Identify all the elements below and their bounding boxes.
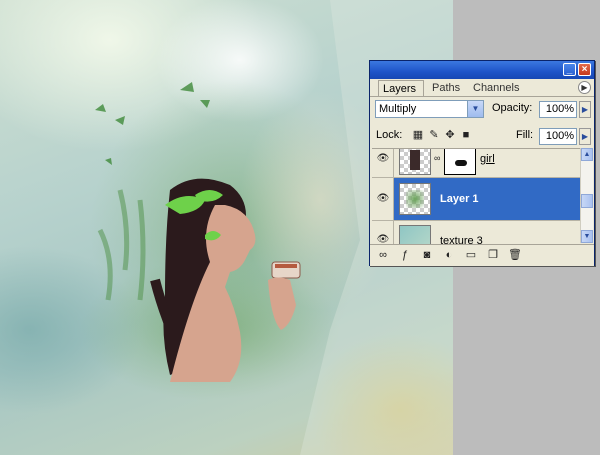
- add-mask-icon[interactable]: ◙: [420, 248, 434, 262]
- layer-name-girl: girl: [480, 153, 495, 165]
- layer-name-texture-3: texture 3: [440, 235, 483, 244]
- layer-thumbnail: [399, 149, 431, 175]
- eye-cell: 👁: [372, 149, 394, 177]
- eye-icon[interactable]: 👁: [374, 233, 392, 244]
- palette-titlebar[interactable]: _ ×: [370, 61, 594, 79]
- tab-channels[interactable]: Channels: [469, 80, 525, 96]
- mask-shape: [455, 160, 467, 166]
- lock-all-icon[interactable]: ■: [460, 129, 472, 141]
- eye-cell: 👁: [372, 221, 394, 244]
- link-icon[interactable]: ∞: [434, 153, 440, 163]
- lock-brush-icon[interactable]: ✎: [428, 129, 440, 141]
- fill-field[interactable]: 100%: [539, 128, 577, 145]
- palette-bottom-toolbar: ∞ ƒ ◙ ◐ ▭ ❐ 🗑: [370, 244, 594, 266]
- palette-menu-icon[interactable]: ▶: [578, 81, 591, 94]
- fill-slider-button[interactable]: ▶: [579, 128, 591, 145]
- trash-icon[interactable]: 🗑: [508, 248, 522, 262]
- girl-thumbnail-figure: [410, 150, 420, 170]
- palette-tabs: Layers Paths Channels: [370, 79, 594, 97]
- layer-thumbnail: [399, 225, 431, 244]
- layer-row-texture-3[interactable]: 👁 texture 3: [372, 221, 580, 244]
- layer-thumbnail: [399, 183, 431, 215]
- layer-name-layer-1: Layer 1: [440, 193, 479, 205]
- tab-layers[interactable]: Layers: [378, 80, 424, 96]
- lock-move-icon[interactable]: ✥: [444, 129, 456, 141]
- scroll-thumb[interactable]: [581, 194, 593, 208]
- layer-style-icon[interactable]: ƒ: [398, 248, 412, 262]
- opacity-label: Opacity:: [492, 102, 533, 114]
- tab-paths[interactable]: Paths: [428, 80, 466, 96]
- layers-palette: _ × Layers Paths Channels ▶ Multiply ▼ O…: [369, 60, 595, 266]
- blend-mode-select[interactable]: Multiply ▼: [375, 100, 484, 118]
- layer-mask-thumbnail[interactable]: [444, 149, 476, 175]
- eye-icon[interactable]: 👁: [374, 192, 392, 206]
- new-layer-icon[interactable]: ❐: [486, 248, 500, 262]
- chevron-down-icon[interactable]: ▼: [467, 101, 483, 117]
- minimize-icon[interactable]: _: [563, 63, 576, 76]
- layer-row-girl[interactable]: 👁 ∞ girl: [372, 149, 580, 178]
- layer-list: 👁 ∞ girl 👁 Layer 1 👁 texture 3: [372, 148, 580, 244]
- opacity-field[interactable]: 100%: [539, 101, 577, 118]
- eye-cell: 👁: [372, 178, 394, 220]
- new-group-icon[interactable]: ▭: [464, 248, 478, 262]
- layer-row-layer-1[interactable]: 👁 Layer 1: [372, 178, 580, 221]
- fill-label: Fill:: [516, 129, 534, 141]
- scroll-up-icon[interactable]: ▲: [581, 148, 593, 161]
- blend-mode-value: Multiply: [379, 103, 417, 115]
- lock-transparency-icon[interactable]: ▦: [412, 129, 424, 141]
- layer-list-scrollbar[interactable]: ▲ ▼: [580, 148, 593, 243]
- opacity-slider-button[interactable]: ▶: [579, 101, 591, 118]
- lock-label: Lock:: [376, 129, 403, 141]
- close-icon[interactable]: ×: [578, 63, 591, 76]
- link-layers-icon[interactable]: ∞: [376, 248, 390, 262]
- eye-icon[interactable]: 👁: [374, 152, 392, 166]
- scroll-down-icon[interactable]: ▼: [581, 230, 593, 243]
- adjustment-layer-icon[interactable]: ◐: [442, 248, 456, 262]
- layer-1-thumbnail-art: [406, 190, 424, 208]
